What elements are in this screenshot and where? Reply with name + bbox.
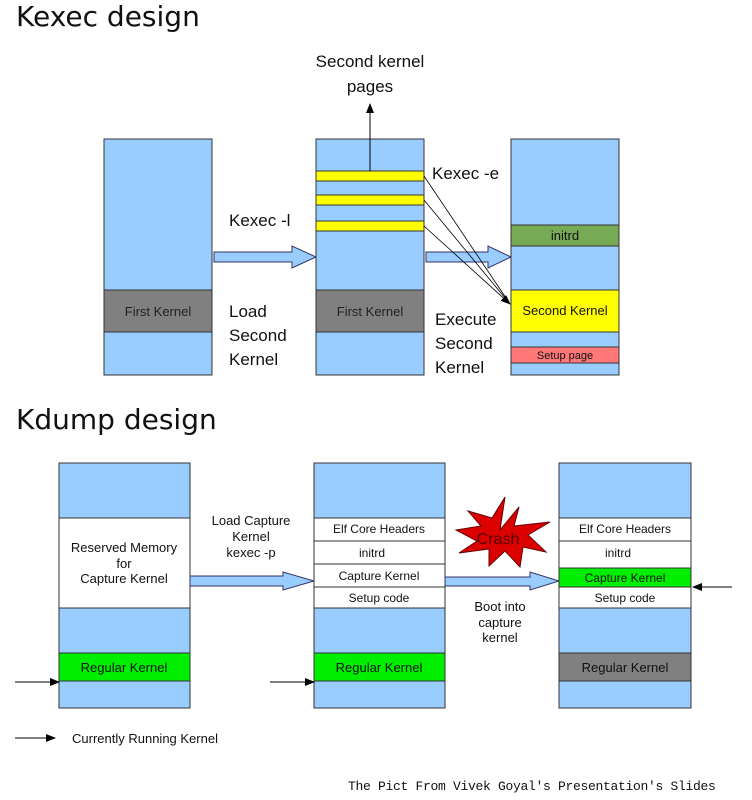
kexec-l-label: Kexec -l [229, 211, 290, 230]
reserved-memory-line1: Reserved Memory [71, 540, 178, 555]
legend-currently-running-kernel: Currently Running Kernel [72, 731, 218, 746]
load-second-kernel-line2: Second [229, 326, 287, 345]
load-second-kernel-line1: Load [229, 302, 267, 321]
page-copy-line-3 [423, 225, 511, 305]
diagram-canvas: First Kernel Kexec -l Load Second Kernel… [15, 52, 732, 742]
kernel-page-3 [315, 220, 425, 232]
boot-into-line3: kernel [482, 630, 518, 645]
boot-capture-arrow [444, 571, 561, 591]
second-kernel-pages-line2: pages [347, 77, 393, 96]
capture-kernel-label: Capture Kernel [339, 569, 420, 583]
page-copy-line-1 [423, 175, 511, 305]
regular-kernel-label: Regular Kernel [336, 660, 423, 675]
setup-code-label: Setup code [349, 591, 410, 605]
elf-core-headers-label: Elf Core Headers [333, 522, 425, 536]
boot-into-line1: Boot into [474, 599, 525, 614]
kexec-l-arrow [213, 245, 318, 269]
regular-kernel-label: Regular Kernel [81, 660, 168, 675]
elf-core-headers-label: Elf Core Headers [579, 522, 671, 536]
load-capture-line1: Load Capture [212, 513, 291, 528]
setup-code-label: Setup code [595, 591, 656, 605]
kexec-transfer-arrow [425, 245, 513, 269]
initrd-label: initrd [551, 228, 579, 243]
first-kernel-label: First Kernel [125, 304, 192, 319]
execute-second-kernel-line2: Second [435, 334, 493, 353]
kdump-memory-column-2: Elf Core Headers initrd Capture Kernel S… [313, 462, 446, 709]
setup-page-label: Setup page [537, 350, 593, 362]
boot-into-line2: capture [478, 615, 521, 630]
initrd-label: initrd [605, 546, 631, 560]
kdump-memory-column-1: Reserved Memory for Capture Kernel Regul… [58, 462, 191, 709]
source-credit: The Pict From Vivek Goyal's Presentation… [348, 779, 716, 794]
kexec-e-label: Kexec -e [432, 164, 499, 183]
load-capture-arrow [189, 571, 316, 591]
kexec-memory-column-1: First Kernel [103, 138, 213, 376]
kdump-memory-column-3: Elf Core Headers initrd Capture Kernel S… [558, 462, 692, 709]
load-capture-line3: kexec -p [226, 545, 275, 560]
capture-kernel-label: Capture Kernel [585, 571, 666, 585]
crash-label: Crash [477, 531, 520, 548]
execute-second-kernel-line3: Kernel [435, 358, 484, 377]
kexec-memory-column-3: initrd Second Kernel Setup page [510, 138, 620, 376]
reserved-memory-line2: for [116, 556, 132, 571]
second-kernel-pages-line1: Second kernel [316, 52, 425, 71]
kernel-page-2 [315, 194, 425, 206]
regular-kernel-label: Regular Kernel [582, 660, 669, 675]
execute-second-kernel-line1: Execute [435, 310, 496, 329]
load-capture-line2: Kernel [232, 529, 270, 544]
first-kernel-label: First Kernel [337, 304, 404, 319]
load-second-kernel-line3: Kernel [229, 350, 278, 369]
second-kernel-label: Second Kernel [522, 303, 607, 318]
reserved-memory-line3: Capture Kernel [80, 571, 168, 586]
kexec-memory-column-2: First Kernel [315, 138, 425, 376]
crash-starburst: Crash [454, 496, 551, 569]
initrd-label: initrd [359, 546, 385, 560]
kernel-page-1 [315, 170, 425, 182]
